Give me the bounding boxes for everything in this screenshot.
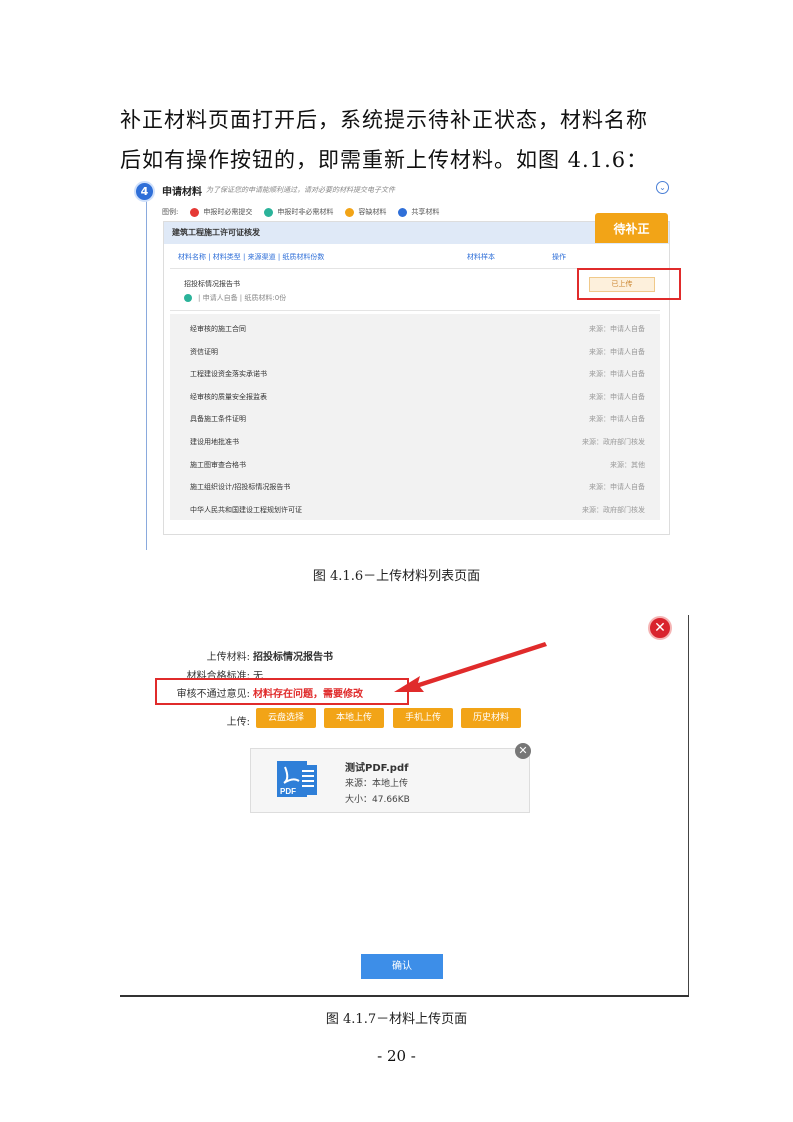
legend-item-required: 申报时必需提交 [190,207,252,217]
intro-line-1: 补正材料页面打开后，系统提示待补正状态，材料名称 [120,108,648,132]
pdf-icon-text: PDF [280,787,296,796]
status-badge: 待补正 [595,213,668,243]
legend: 图例: 申报时必需提交 申报时非必需材料 容缺材料 共享材料 [162,207,439,217]
highlight-box [577,268,681,300]
list-item: 施工图审查合格书 来源：其他 [190,461,645,469]
file-size: 大小：47.66KB [345,795,410,805]
list-item: 经审核的质量安全报监表 来源：申请人自备 [190,393,645,401]
upload-label: 上传: [226,717,250,728]
column-header-sample: 材料样本 [467,253,495,261]
annotation-arrow-icon [394,642,547,692]
material-meta: | 申请人自备 | 纸质材料:0份 [184,293,286,303]
file-source: 来源：本地上传 [345,779,409,789]
list-item: 中华人民共和国建设工程规划许可证 来源：政府部门核发 [190,506,645,514]
chevron-down-icon[interactable]: ⌄ [656,181,669,194]
mobile-upload-button[interactable]: 手机上传 [393,708,453,728]
list-item: 资信证明 来源：申请人自备 [190,348,645,356]
legend-item-tolerance: 容缺材料 [345,207,386,217]
upload-material-label: 上传材料: [206,652,250,663]
step-hint: 为了保证您的申请能顺利通过，请对必要的材料提交电子文件 [206,186,395,194]
shared-dot-icon [398,207,408,217]
dialog-border-bottom [120,995,689,997]
figure-caption-1: 图 4.1.6－上传材料列表页面 [312,569,481,584]
list-item: 工程建设资金落实承诺书 来源：申请人自备 [190,370,645,378]
dialog-border-right [688,615,689,995]
page-number: - 20 - [377,1047,416,1065]
close-icon[interactable]: ✕ [648,616,672,640]
pdf-icon: PDF [277,761,317,797]
remove-file-icon[interactable]: ✕ [515,743,531,759]
column-header-action: 操作 [552,253,566,261]
local-upload-button[interactable]: 本地上传 [324,708,384,728]
list-item: 经审核的施工合同 来源：申请人自备 [190,325,645,333]
step-number-badge: 4 [134,181,155,202]
list-item: 具备施工条件证明 来源：申请人自备 [190,415,645,423]
optional-dot-icon [184,294,192,302]
figure-caption-2: 图 4.1.7－材料上传页面 [325,1012,468,1027]
file-name: 测试PDF.pdf [345,763,409,774]
step-title: 申请材料 [162,187,202,198]
upload-material-value: 招投标情况报告书 [253,652,333,663]
intro-line-2: 后如有操作按钮的，即需重新上传材料。如图 4.1.6： [120,148,649,172]
legend-item-optional: 申报时非必需材料 [264,207,333,217]
intro-text: 补正材料页面打开后，系统提示待补正状态，材料名称 后如有操作按钮的，即需重新上传… [120,100,680,180]
panel-title: 建筑工程施工许可证核发 [164,222,669,244]
column-header-material: 材料名称 | 材料类型 | 来源渠道 | 纸质材料份数 [178,253,325,261]
optional-dot-icon [264,207,274,217]
material-list: 经审核的施工合同 来源：申请人自备 资信证明 来源：申请人自备 工程建设资金落实承诺… [170,314,660,520]
cloud-select-button[interactable]: 云盘选择 [256,708,316,728]
divider [170,310,660,311]
list-item: 施工组织设计/招投标情况报告书 来源：申请人自备 [190,483,645,491]
highlight-box [155,678,409,705]
required-dot-icon [190,207,200,217]
list-item: 建设用地批准书 来源：政府部门核发 [190,438,645,446]
legend-item-shared: 共享材料 [398,207,439,217]
history-material-button[interactable]: 历史材料 [461,708,521,728]
tolerance-dot-icon [345,207,355,217]
legend-label: 图例: [162,208,179,216]
confirm-button[interactable]: 确认 [361,954,443,979]
material-name: 招投标情况报告书 [184,280,240,288]
step-timeline [146,196,147,550]
